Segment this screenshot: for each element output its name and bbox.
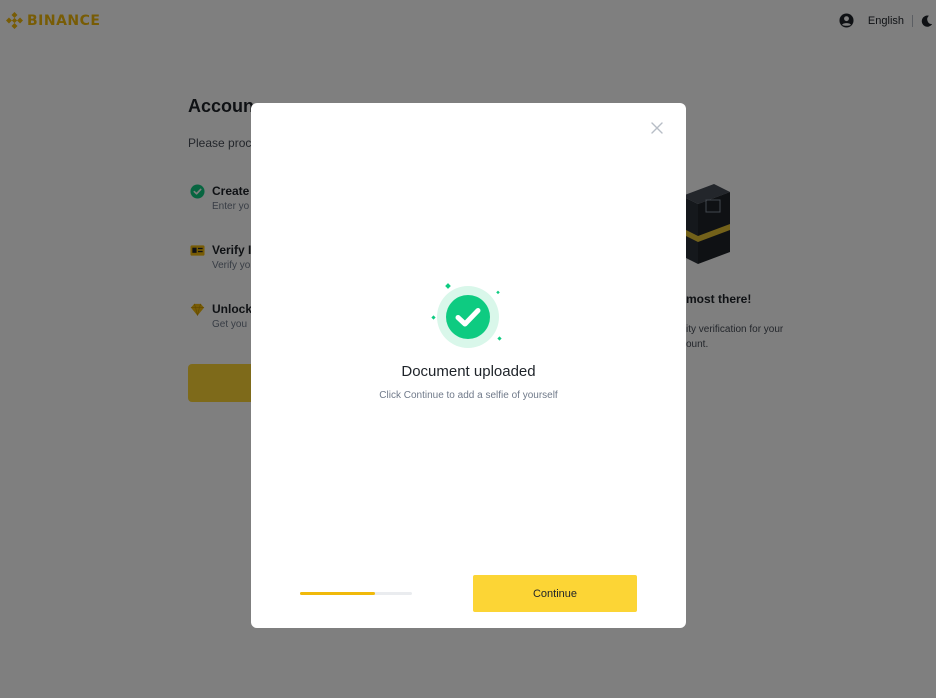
dialog-subtitle: Click Continue to add a selfie of yourse…: [379, 390, 558, 401]
close-icon[interactable]: [650, 121, 664, 135]
document-uploaded-dialog: Document uploaded Click Continue to add …: [251, 103, 686, 628]
step-progress-bar: [300, 592, 412, 595]
success-check-icon: [431, 283, 502, 348]
dialog-title: Document uploaded: [401, 363, 536, 380]
step-progress-fill: [300, 592, 376, 595]
continue-button[interactable]: Continue: [473, 575, 637, 612]
